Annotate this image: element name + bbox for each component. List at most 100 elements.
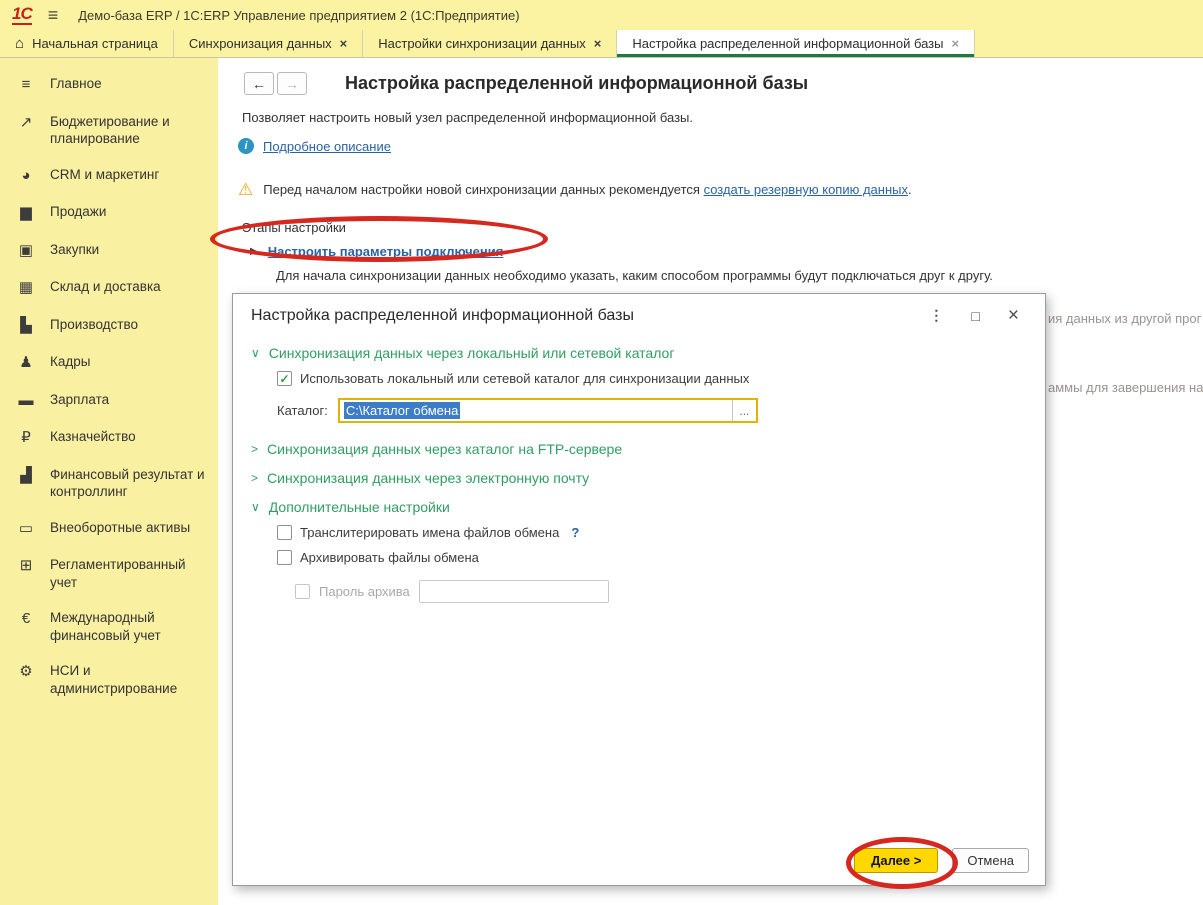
- sidebar-item-label: Внеоборотные активы: [50, 519, 191, 535]
- sidebar-item-production[interactable]: ▙ Производство: [0, 307, 218, 345]
- sidebar-item-label: Закупки: [50, 241, 100, 257]
- sidebar-item-label: Финансовый результат и контроллинг: [50, 466, 205, 500]
- tab-label: Начальная страница: [32, 36, 158, 51]
- forward-button[interactable]: →: [277, 72, 307, 95]
- section-title: Дополнительные настройки: [268, 499, 450, 515]
- next-button[interactable]: Далее >: [854, 848, 939, 873]
- sidebar-item-label: Склад и доставка: [50, 279, 161, 295]
- archive-password-checkbox[interactable]: [295, 584, 310, 599]
- sidebar-item-international-accounting[interactable]: € Международный финансовый учет: [0, 600, 218, 653]
- warning-text: Перед началом настройки новой синхрониза…: [263, 182, 912, 197]
- help-icon[interactable]: ?: [571, 525, 579, 540]
- catalog-field: C:\Каталог обмена ...: [337, 398, 758, 423]
- tab-close-icon[interactable]: ×: [340, 36, 348, 51]
- tab-close-icon[interactable]: ×: [952, 36, 960, 51]
- section-ftp[interactable]: > Синхронизация данных через каталог на …: [251, 441, 1027, 457]
- background-text-fragment: ия данных из другой прог: [1048, 311, 1202, 326]
- sidebar-item-label: Главное: [50, 76, 102, 91]
- card-icon: ▬: [18, 391, 34, 409]
- sidebar-item-salary[interactable]: ▬ Зарплата: [0, 382, 218, 420]
- chevron-right-icon: >: [251, 471, 259, 485]
- trend-chart-icon: ↗: [19, 113, 33, 131]
- archive-files-checkbox[interactable]: [277, 550, 292, 565]
- tab-sync-settings[interactable]: Настройки синхронизации данных ×: [363, 30, 618, 57]
- tab-distributed-infobase[interactable]: Настройка распределенной информационной …: [617, 30, 976, 57]
- sidebar-item-label: НСИ и администрирование: [50, 663, 178, 696]
- configure-connection-link[interactable]: Настроить параметры подключения: [268, 244, 504, 259]
- tab-bar: ⌂ Начальная страница Синхронизация данны…: [0, 30, 1203, 58]
- checkbox-label: Пароль архива: [319, 584, 410, 599]
- dialog-close-icon[interactable]: ×: [1008, 306, 1019, 325]
- bar-chart-icon: ▟: [20, 466, 32, 484]
- tab-label: Настройка распределенной информационной …: [632, 36, 944, 51]
- sidebar-item-label: Кадры: [50, 354, 91, 370]
- back-button[interactable]: ←: [244, 72, 274, 95]
- sidebar-item-sales[interactable]: ▆ Продажи: [0, 194, 218, 232]
- section-title: Синхронизация данных через каталог на FT…: [267, 441, 623, 457]
- factory-icon: ▙: [20, 316, 32, 334]
- background-text-fragment: аммы для завершения нас: [1048, 380, 1203, 395]
- sidebar-item-nsi-administration[interactable]: ⚙ НСИ и администрирование: [0, 653, 218, 706]
- maximize-icon[interactable]: □: [971, 308, 979, 324]
- tab-home-page[interactable]: ⌂ Начальная страница: [0, 30, 174, 57]
- page-title: Настройка распределенной информационной …: [345, 73, 809, 93]
- grid-icon: ▦: [18, 279, 34, 297]
- archive-password-input[interactable]: [418, 580, 609, 603]
- sidebar-item-purchases[interactable]: ▣ Закупки: [0, 232, 218, 270]
- section-extra-settings[interactable]: ∨ Дополнительные настройки: [251, 499, 1027, 515]
- sidebar-item-main[interactable]: ≡ Главное: [0, 66, 218, 104]
- gear-icon: ⚙: [19, 663, 33, 681]
- sidebar-item-label: CRM и маркетинг: [50, 166, 160, 182]
- browse-button[interactable]: ...: [731, 400, 756, 421]
- menu-icon: ≡: [21, 76, 31, 93]
- chevron-right-icon: >: [251, 442, 259, 456]
- sidebar-item-treasury[interactable]: ₽ Казначейство: [0, 419, 218, 457]
- tab-label: Настройки синхронизации данных: [378, 36, 586, 51]
- section-title: Синхронизация данных через электронную п…: [267, 470, 590, 486]
- checkbox-label: Использовать локальный или сетевой катал…: [300, 371, 750, 386]
- sidebar-item-label: Казначейство: [50, 429, 136, 445]
- pie-chart-icon: ◕: [21, 166, 31, 184]
- sidebar-item-noncurrent-assets[interactable]: ▭ Внеоборотные активы: [0, 510, 218, 548]
- chevron-down-icon: ∨: [251, 346, 260, 360]
- sidebar-item-warehouse[interactable]: ▦ Склад и доставка: [0, 269, 218, 307]
- selected-text: C:\Каталог обмена: [343, 402, 461, 419]
- chevron-down-icon: ∨: [251, 500, 260, 514]
- hamburger-menu-icon[interactable]: ≡: [48, 5, 59, 26]
- section-email[interactable]: > Синхронизация данных через электронную…: [251, 470, 1027, 486]
- section-local-catalog[interactable]: ∨ Синхронизация данных через локальный и…: [251, 345, 1027, 361]
- tab-close-icon[interactable]: ×: [594, 36, 602, 51]
- window-title: Демо-база ERP / 1С:ERP Управление предпр…: [78, 7, 520, 23]
- catalog-label: Каталог:: [277, 403, 328, 418]
- sidebar-item-label: Продажи: [50, 204, 107, 220]
- briefcase-icon: ▆: [20, 204, 32, 222]
- page-subtitle: Позволяет настроить новый узел распредел…: [242, 110, 693, 125]
- sidebar-item-financial-result[interactable]: ▟ Финансовый результат и контроллинг: [0, 457, 218, 510]
- catalog-input[interactable]: C:\Каталог обмена: [340, 400, 732, 421]
- use-local-catalog-checkbox[interactable]: ✓: [277, 371, 292, 386]
- 1c-logo: 1С: [12, 4, 33, 25]
- sidebar-item-crm[interactable]: ◕ CRM и маркетинг: [0, 157, 218, 195]
- truck-icon: ▭: [18, 519, 34, 537]
- sidebar-item-label: Бюджетирование и планирование: [50, 113, 170, 147]
- checkbox-label: Архивировать файлы обмена: [300, 550, 479, 565]
- ruble-icon: ₽: [21, 429, 31, 447]
- sidebar-item-budgeting[interactable]: ↗ Бюджетирование и планирование: [0, 104, 218, 157]
- cancel-button[interactable]: Отмена: [952, 848, 1029, 873]
- transliterate-checkbox[interactable]: [277, 525, 292, 540]
- tab-data-sync[interactable]: Синхронизация данных ×: [174, 30, 364, 57]
- main-content: ← → Настройка распределенной информацион…: [210, 58, 1203, 905]
- sidebar-item-label: Международный финансовый учет: [50, 610, 161, 643]
- more-options-icon[interactable]: ⋮: [929, 307, 943, 324]
- backup-link[interactable]: создать резервную копию данных: [704, 182, 908, 197]
- distributed-infobase-dialog: Настройка распределенной информационной …: [232, 293, 1046, 886]
- sidebar-item-label: Производство: [50, 316, 139, 332]
- info-icon: i: [238, 138, 254, 154]
- step-description: Для начала синхронизации данных необходи…: [276, 268, 993, 283]
- sidebar-item-label: Зарплата: [50, 391, 110, 407]
- sidebar: ≡ Главное ↗ Бюджетирование и планировани…: [0, 58, 218, 905]
- step-arrow-icon: ▶: [250, 246, 258, 257]
- sidebar-item-hr[interactable]: ♟ Кадры: [0, 344, 218, 382]
- detailed-description-link[interactable]: Подробное описание: [263, 139, 391, 154]
- sidebar-item-regulated-accounting[interactable]: ⊞ Регламентированный учет: [0, 547, 218, 600]
